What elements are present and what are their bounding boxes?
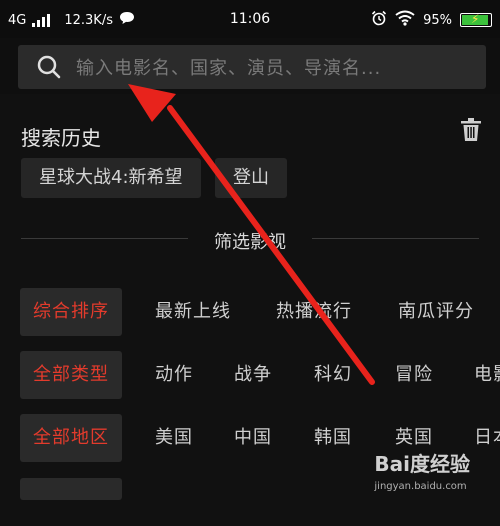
watermark-brand: Bai度经验 [374, 452, 470, 476]
status-bar: 4G 12.3K/s 11:06 95% ⚡ [0, 0, 500, 38]
battery-icon: ⚡ [460, 12, 492, 27]
history-title: 搜索历史 [21, 126, 101, 150]
filter-selected[interactable]: 全部类型 [20, 351, 122, 399]
filter-row-type: 全部类型 动作 战争 科幻 冒险 电影 [0, 351, 500, 399]
watermark-url: jingyan.baidu.com [374, 481, 467, 492]
filter-option[interactable]: 科幻 [314, 351, 352, 399]
filter-option[interactable]: 冒险 [395, 351, 433, 399]
filter-option[interactable]: 美国 [155, 414, 193, 462]
filter-selected[interactable]: 综合排序 [20, 288, 122, 336]
filter-selected[interactable]: 全部地区 [20, 414, 122, 462]
search-input[interactable]: 输入电影名、国家、演员、导演名... [18, 45, 486, 89]
trash-icon[interactable] [460, 118, 482, 146]
filter-option[interactable]: 南瓜评分 [398, 288, 474, 336]
search-header: 输入电影名、国家、演员、导演名... [0, 38, 500, 94]
filter-selected-partial[interactable] [20, 478, 122, 500]
battery-percent: 95% [423, 12, 452, 28]
search-placeholder: 输入电影名、国家、演员、导演名... [76, 58, 382, 79]
history-chip[interactable]: 星球大战4:新希望 [21, 158, 201, 198]
filter-heading: 筛选影视 [214, 232, 286, 253]
filter-row-sort: 综合排序 最新上线 热播流行 南瓜评分 [0, 288, 500, 336]
filter-option[interactable]: 中国 [234, 414, 272, 462]
history-chip[interactable]: 登山 [215, 158, 287, 198]
filter-option[interactable]: 最新上线 [155, 288, 231, 336]
filter-option[interactable]: 战争 [234, 351, 272, 399]
filter-option[interactable]: 日本 [474, 414, 500, 462]
filter-option[interactable]: 热播流行 [276, 288, 352, 336]
wifi-icon [395, 10, 415, 30]
search-icon [37, 55, 61, 79]
alarm-icon [371, 10, 387, 30]
filter-option[interactable]: 韩国 [314, 414, 352, 462]
filter-option[interactable]: 动作 [155, 351, 193, 399]
baidu-jingyan-watermark: Bai度经验 jingyan.baidu.com [374, 448, 470, 492]
filter-option[interactable]: 电影 [474, 351, 500, 399]
